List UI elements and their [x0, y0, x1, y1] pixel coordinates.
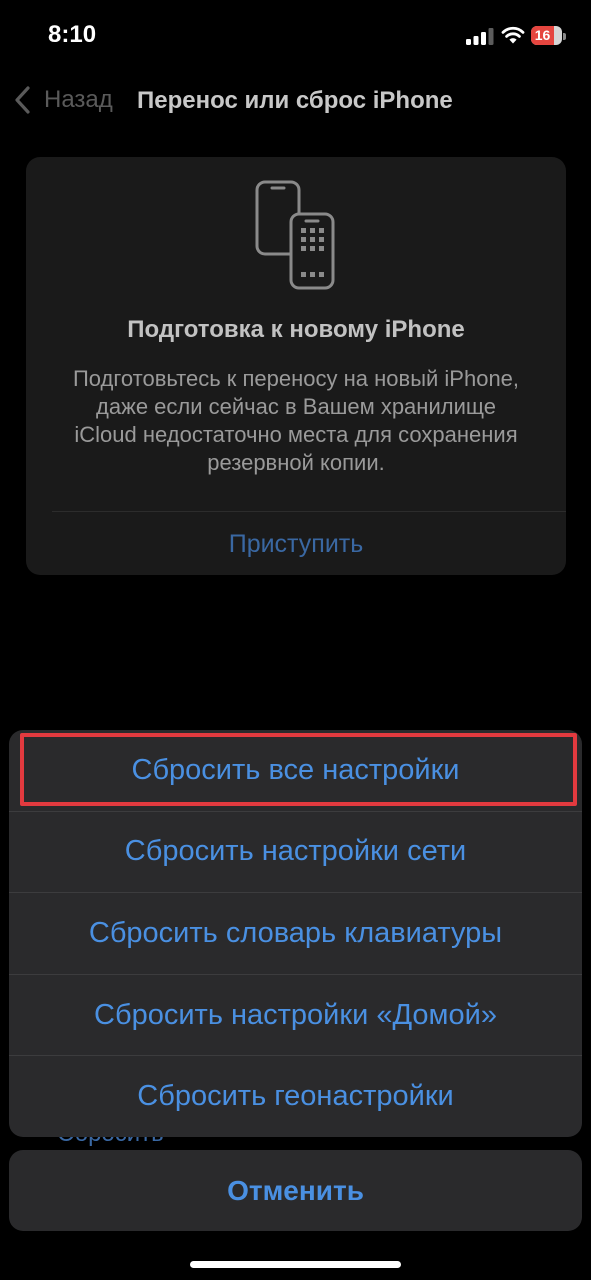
reset-all-settings-button[interactable]: Сбросить все настройки: [9, 730, 582, 811]
card-description-line: резервной копии.: [207, 450, 385, 475]
card-description-line: Подготовьтесь к переносу на новый iPhone…: [72, 366, 520, 391]
home-indicator: [190, 1261, 401, 1268]
page-title: Перенос или сброс iPhone: [137, 87, 453, 114]
battery-percent: 16: [534, 27, 551, 43]
chevron-left-icon: [12, 85, 34, 115]
action-sheet: Сбросить все настройки Сбросить настройк…: [9, 730, 582, 1137]
back-label: Назад: [44, 86, 113, 113]
prepare-for-new-iphone-card: Подготовка к новому iPhone Подготовьтесь…: [26, 157, 566, 575]
status-time: 8:10: [48, 21, 97, 48]
battery-body: 16: [531, 26, 562, 45]
card-description-line: даже если сейчас в Вашем хранилище: [96, 394, 496, 419]
get-started-link[interactable]: Приступить: [26, 513, 566, 575]
reset-location-privacy-button[interactable]: Сбросить геонастройки: [9, 1055, 582, 1137]
wifi-icon: [501, 25, 525, 45]
reset-home-screen-layout-button[interactable]: Сбросить настройки «Домой»: [9, 973, 582, 1056]
cellular-signal-icon: [466, 27, 494, 45]
reset-network-settings-button[interactable]: Сбросить настройки сети: [9, 810, 582, 893]
two-phones-icon: [254, 180, 336, 292]
divider: [52, 511, 566, 512]
card-title: Подготовка к новому iPhone: [127, 316, 465, 343]
card-description: Подготовьтесь к переносу на новый iPhone…: [26, 365, 566, 477]
cancel-button[interactable]: Отменить: [9, 1150, 582, 1231]
battery-icon: 16: [531, 25, 567, 46]
card-description-line: iCloud недостаточно места для сохранения: [74, 422, 518, 447]
back-button[interactable]: Назад: [12, 84, 113, 116]
battery-cap: [563, 33, 566, 40]
screen: 8:10 16 Назад Перенос или сброс iPhone П…: [0, 0, 591, 1280]
reset-keyboard-dictionary-button[interactable]: Сбросить словарь клавиатуры: [9, 892, 582, 974]
